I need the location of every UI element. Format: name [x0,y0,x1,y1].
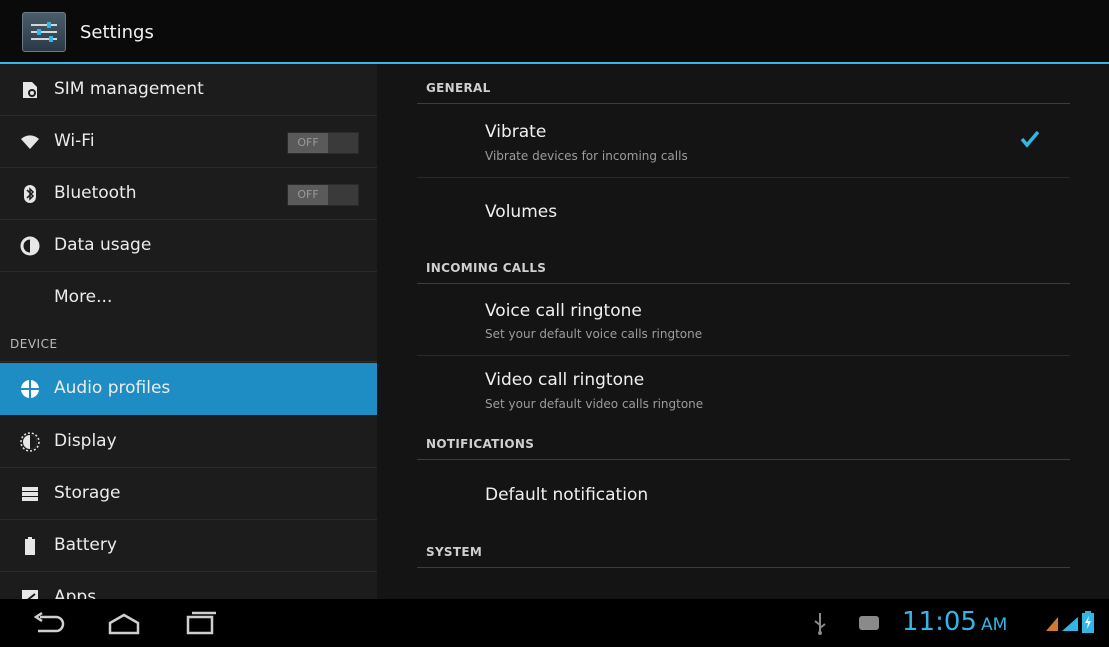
toggle-state: OFF [288,185,328,205]
category-notifications: NOTIFICATIONS [417,420,1070,460]
sidebar-item-label: Apps [54,587,97,599]
pref-title: Voice call ringtone [485,301,642,321]
pref-summary: Set your default voice calls ringtone [485,327,703,341]
pref-title: Default notification [485,485,649,505]
signal-strength-icon [1044,614,1080,636]
category-header: INCOMING CALLS [426,261,547,275]
battery-status-icon [1082,611,1094,637]
toggle-state: OFF [288,133,328,153]
pref-summary: Set your default video calls ringtone [485,397,704,411]
sidebar-item-data-usage[interactable]: Data usage [0,220,377,272]
settings-sidebar: SIM management Wi-Fi OFF Bluetooth OFF D… [0,64,377,599]
storage-icon [20,484,40,504]
sidebar-item-label: Battery [54,535,117,555]
sidebar-item-label: Data usage [54,235,152,255]
notification-message-icon[interactable] [858,615,880,635]
category-header: NOTIFICATIONS [426,437,535,451]
audio-profile-settings: GENERAL Vibrate Vibrate devices for inco… [377,64,1109,599]
pref-summary: Vibrate devices for incoming calls [485,149,688,163]
pref-title: Video call ringtone [485,370,645,390]
sidebar-item-label: SIM management [54,79,204,99]
pref-volumes[interactable]: Volumes [417,178,1070,242]
wifi-toggle[interactable]: OFF [287,132,359,154]
wifi-icon [20,132,40,152]
display-icon [20,432,40,452]
sidebar-section-header: DEVICE [10,337,58,351]
divider [0,361,377,362]
sidebar-item-bluetooth[interactable]: Bluetooth OFF [0,168,377,220]
clock-ampm: AM [980,615,1008,635]
bluetooth-icon [20,184,40,204]
sidebar-item-label: Wi-Fi [54,131,95,151]
audio-profiles-icon [20,379,40,399]
sidebar-item-more[interactable]: More... [0,272,377,324]
pref-default-notification[interactable]: Default notification [417,460,1070,528]
category-system: SYSTEM [417,528,1070,568]
pref-video-call-ringtone[interactable]: Video call ringtone Set your default vid… [417,356,1070,418]
vibrate-checkbox[interactable] [1020,130,1040,148]
pref-title: Volumes [485,202,558,222]
sidebar-item-display[interactable]: Display [0,416,377,468]
settings-app-icon[interactable] [22,12,66,52]
sidebar-item-storage[interactable]: Storage [0,468,377,520]
action-bar: Settings [0,0,1109,64]
clock-time: 11:05 [902,607,977,637]
sidebar-item-label: Display [54,431,117,451]
category-incoming-calls: INCOMING CALLS [417,244,1070,284]
sidebar-item-sim-management[interactable]: SIM management [0,64,377,116]
category-general: GENERAL [417,64,1070,104]
sidebar-item-label: Audio profiles [54,378,171,398]
sidebar-item-label: Bluetooth [54,183,137,203]
usb-icon [812,613,828,639]
sim-icon [20,80,40,100]
pref-voice-call-ringtone[interactable]: Voice call ringtone Set your default voi… [417,284,1070,356]
home-button[interactable] [104,611,144,639]
battery-icon [20,536,40,556]
pref-vibrate[interactable]: Vibrate Vibrate devices for incoming cal… [417,106,1070,178]
system-bar: 11:05 AM [0,599,1109,647]
pref-title: Vibrate [485,122,547,142]
apps-icon [20,588,40,599]
sidebar-item-audio-profiles[interactable]: Audio profiles [0,363,377,415]
sidebar-item-label: More... [54,287,113,307]
data-usage-icon [20,236,40,256]
category-header: GENERAL [426,81,491,95]
sidebar-item-apps[interactable]: Apps [0,572,377,599]
back-button[interactable] [30,611,68,639]
sidebar-item-battery[interactable]: Battery [0,520,377,572]
sidebar-item-wifi[interactable]: Wi-Fi OFF [0,116,377,168]
status-clock[interactable]: 11:05 AM [902,607,1007,637]
bluetooth-toggle[interactable]: OFF [287,184,359,206]
category-header: SYSTEM [426,545,483,559]
app-title: Settings [80,22,154,43]
recent-apps-button[interactable] [184,611,218,639]
sidebar-item-label: Storage [54,483,121,503]
